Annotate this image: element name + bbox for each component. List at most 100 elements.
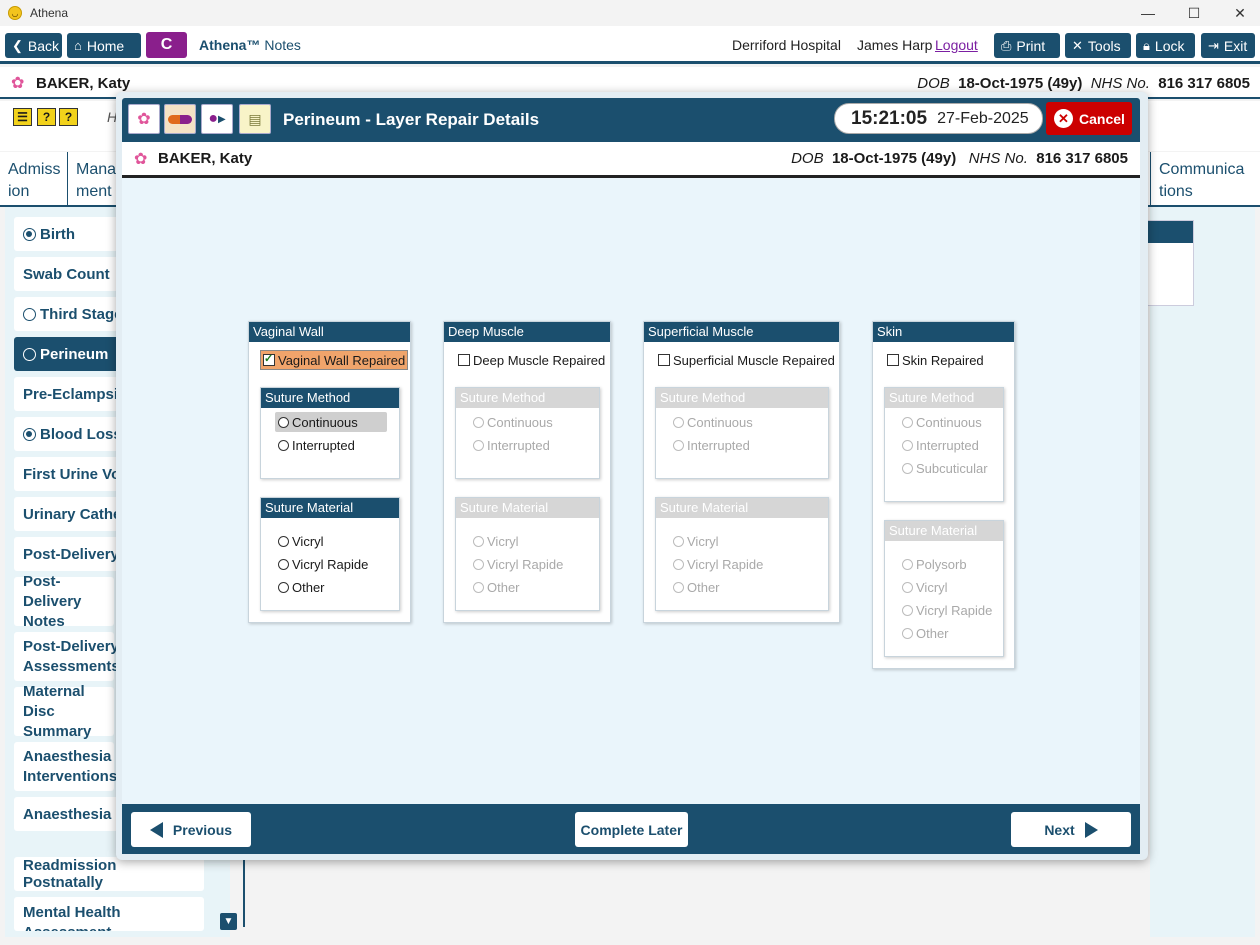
radio-vicryl-rapide[interactable]: Vicryl Rapide — [670, 554, 782, 574]
radio-icon — [278, 558, 289, 570]
close-icon[interactable]: ✕ — [1217, 0, 1260, 26]
radio-other[interactable]: Other — [899, 623, 1003, 643]
logout-link[interactable]: Logout — [935, 37, 978, 53]
nav-item-post-delivery-notes[interactable]: Post-Delivery Notes — [14, 573, 114, 630]
flower-icon[interactable]: ✿ — [128, 104, 160, 134]
group-header: Suture Method — [656, 388, 828, 408]
layer-skin: Skin Skin Repaired Suture Method Continu… — [872, 321, 1015, 669]
complete-later-button[interactable]: Complete Later — [575, 812, 688, 847]
help-icon[interactable]: ? — [59, 108, 78, 126]
radio-vicryl-rapide[interactable]: Vicryl Rapide — [470, 554, 582, 574]
radio-icon — [902, 627, 913, 639]
minimize-icon[interactable]: — — [1125, 0, 1171, 26]
radio-other[interactable]: Other — [670, 577, 782, 597]
dialog-patient-banner: ✿ BAKER, Katy DOB 18-Oct-1975 (49y) NHS … — [122, 142, 1140, 178]
back-button[interactable]: ❮ Back — [5, 33, 62, 58]
flower-icon: ✿ — [134, 151, 148, 168]
radio-icon — [673, 581, 684, 593]
radio-icon — [473, 581, 484, 593]
suture-material-group: Suture Material Vicryl Vicryl Rapide Oth… — [455, 497, 600, 611]
home-button[interactable]: ⌂ Home — [67, 33, 141, 58]
suture-method-group: Suture Method Continuous Interrupted — [455, 387, 600, 479]
nav-item-readmission[interactable]: Readmission Postnatally — [14, 857, 204, 891]
radio-icon — [278, 581, 289, 593]
tab-admission[interactable]: Admiss ion — [0, 152, 68, 207]
maximize-icon[interactable]: ☐ — [1171, 0, 1217, 26]
radio-icon — [673, 558, 684, 570]
radio-icon — [902, 439, 913, 451]
radio-vicryl[interactable]: Vicryl — [899, 577, 1003, 597]
cancel-button[interactable]: ✕ Cancel — [1046, 102, 1132, 135]
layer-header: Deep Muscle — [444, 322, 610, 342]
checkbox-icon — [263, 352, 275, 366]
tab-management[interactable]: Mana ment — [68, 152, 120, 207]
radio-vicryl[interactable]: Vicryl — [470, 531, 582, 551]
checkbox-icon — [658, 354, 670, 366]
radio-continuous[interactable]: Continuous — [670, 412, 782, 432]
tab-communications[interactable]: Communica tions — [1150, 152, 1255, 207]
vaginal-wall-repaired-checkbox[interactable]: Vaginal Wall Repaired — [260, 350, 409, 370]
alert-icon[interactable]: ☰ — [13, 108, 32, 126]
radio-icon — [902, 604, 913, 616]
radio-vicryl-rapide[interactable]: Vicryl Rapide — [275, 554, 387, 574]
patient-name: BAKER, Katy — [158, 150, 253, 167]
radio-continuous[interactable]: Continuous — [470, 412, 582, 432]
skin-repaired-checkbox[interactable]: Skin Repaired — [885, 350, 986, 370]
radio-polysorb[interactable]: Polysorb — [899, 554, 1003, 574]
nav-item-post-delivery-assessments[interactable]: Post-Delivery Assessments — [14, 632, 120, 681]
previous-button[interactable]: Previous — [131, 812, 251, 847]
status-radio-icon — [23, 347, 36, 361]
radio-subcuticular[interactable]: Subcuticular — [899, 458, 1003, 478]
layer-vaginal-wall: Vaginal Wall Vaginal Wall Repaired Sutur… — [248, 321, 411, 623]
layer-deep-muscle: Deep Muscle Deep Muscle Repaired Suture … — [443, 321, 611, 623]
radio-icon — [473, 416, 484, 428]
datetime-display[interactable]: 15:21:05 27-Feb-2025 — [834, 103, 1043, 134]
print-button[interactable]: ⎙ Print — [994, 33, 1060, 58]
lock-button[interactable]: 🔒︎ Lock — [1136, 33, 1195, 58]
chevron-left-icon: ❮ — [12, 37, 23, 53]
radio-interrupted[interactable]: Interrupted — [470, 435, 582, 455]
tools-button[interactable]: ✕ Tools — [1065, 33, 1131, 58]
suture-method-group: Suture Method Continuous Interrupted — [260, 387, 400, 479]
nav-item-anaesthesia-interventions[interactable]: Anaesthesia Interventions — [14, 742, 117, 791]
group-header: Suture Material — [261, 498, 399, 518]
radio-other[interactable]: Other — [275, 577, 387, 597]
radio-vicryl[interactable]: Vicryl — [275, 531, 387, 551]
radio-icon — [902, 462, 913, 474]
radio-icon — [278, 439, 289, 451]
group-header: Suture Method — [885, 388, 1003, 408]
radio-vicryl[interactable]: Vicryl — [670, 531, 782, 551]
radio-other[interactable]: Other — [470, 577, 582, 597]
person-arrow-icon[interactable]: ● ▶ — [201, 104, 233, 134]
radio-interrupted[interactable]: Interrupted — [275, 435, 387, 455]
radio-continuous[interactable]: Continuous — [275, 412, 387, 432]
notes-icon[interactable]: ▤ — [239, 104, 271, 134]
deep-muscle-repaired-checkbox[interactable]: Deep Muscle Repaired — [456, 350, 607, 370]
radio-icon — [473, 535, 484, 547]
patient-dob-nhs: DOB 18-Oct-1975 (49y) NHS No. 816 317 68… — [791, 150, 1128, 167]
c-button[interactable]: C — [146, 32, 187, 58]
chevron-down-icon[interactable]: ▼ — [220, 913, 237, 930]
status-radio-icon — [23, 307, 36, 321]
pill-icon[interactable] — [164, 104, 196, 134]
main-toolbar: ❮ Back ⌂ Home C Athena™ Notes Derriford … — [0, 26, 1260, 64]
radio-icon — [673, 439, 684, 451]
time-value: 15:21:05 — [851, 107, 928, 129]
radio-interrupted[interactable]: Interrupted — [899, 435, 1003, 455]
suture-method-group: Suture Method Continuous Interrupted — [655, 387, 829, 479]
dialog-title: Perineum - Layer Repair Details — [283, 110, 540, 129]
nav-item-mental-health[interactable]: Mental Health Assessment — [14, 897, 204, 931]
nav-item-maternal-discharge[interactable]: Maternal Disc Summary — [14, 683, 114, 740]
user-name: James Harp — [857, 37, 933, 53]
group-header: Suture Method — [261, 388, 399, 408]
next-button[interactable]: Next — [1011, 812, 1131, 847]
radio-interrupted[interactable]: Interrupted — [670, 435, 782, 455]
exit-button[interactable]: ⇥ Exit — [1201, 33, 1255, 58]
radio-continuous[interactable]: Continuous — [899, 412, 1003, 432]
patient-dob-nhs: DOB 18-Oct-1975 (49y) NHS No. 816 317 68… — [917, 75, 1250, 92]
help-icon[interactable]: ? — [37, 108, 56, 126]
date-value: 27-Feb-2025 — [937, 109, 1029, 127]
superficial-muscle-repaired-checkbox[interactable]: Superficial Muscle Repaired — [656, 350, 837, 370]
arrow-right-icon — [1084, 821, 1098, 838]
radio-vicryl-rapide[interactable]: Vicryl Rapide — [899, 600, 1003, 620]
